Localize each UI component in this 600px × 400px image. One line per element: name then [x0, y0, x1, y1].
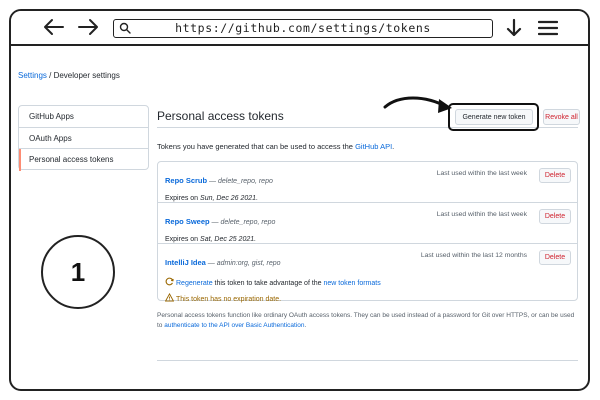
sidebar-item-github-apps[interactable]: GitHub Apps [19, 106, 148, 128]
token-row: IntelliJ Idea — admin:org, gist, repo Re… [158, 244, 577, 303]
basic-auth-link[interactable]: authenticate to the API over Basic Authe… [164, 322, 304, 329]
delete-token-button[interactable]: Delete [539, 250, 571, 265]
token-scopes: — admin:org, gist, repo [205, 260, 281, 267]
expiry-prefix: Expires on [165, 195, 201, 202]
token-expiry: Expires on Sat, Dec 25 2021. [165, 236, 569, 243]
token-row: Repo Scrub — delete_repo, repo Expires o… [158, 162, 577, 203]
delete-token-button[interactable]: Delete [539, 209, 571, 224]
revoke-all-button[interactable]: Revoke all [543, 109, 580, 125]
token-name-link[interactable]: Repo Scrub [165, 176, 207, 185]
github-api-link[interactable]: GitHub API [355, 142, 392, 151]
warning-text: This token has no expiration date. [176, 296, 282, 303]
step-number-badge: 1 [41, 235, 115, 309]
sync-icon [165, 277, 174, 286]
token-list: Repo Scrub — delete_repo, repo Expires o… [157, 161, 578, 303]
expiry-date: Sun, Dec 26 2021. [200, 195, 259, 202]
breadcrumb-current: Developer settings [53, 71, 120, 80]
delete-token-button[interactable]: Delete [539, 168, 571, 183]
token-name-link[interactable]: IntelliJ Idea [165, 258, 206, 267]
browser-toolbar: https://github.com/settings/tokens [11, 11, 588, 46]
token-scopes: — delete_repo, repo [209, 219, 276, 226]
sidebar-item-oauth-apps[interactable]: OAuth Apps [19, 128, 148, 149]
regenerate-notice: Regenerate this token to take advantage … [165, 277, 569, 287]
token-last-used: Last used within the last week [436, 170, 527, 177]
token-row: Repo Sweep — delete_repo, repo Expires o… [158, 203, 577, 244]
browser-window: https://github.com/settings/tokens Setti… [9, 9, 590, 391]
tokens-footer-note: Personal access tokens function like ord… [157, 311, 578, 331]
hamburger-menu-icon[interactable] [538, 20, 558, 36]
expiry-prefix: Expires on [165, 236, 201, 243]
breadcrumb: Settings / Developer settings [18, 71, 120, 80]
footer-end: . [304, 322, 307, 329]
token-scopes: — delete_repo, repo [207, 178, 273, 185]
download-icon[interactable] [506, 18, 522, 38]
token-last-used: Last used within the last week [436, 211, 527, 218]
no-expiration-warning: This token has no expiration date. [165, 293, 569, 303]
expiry-date: Sat, Dec 25 2021. [200, 236, 257, 243]
page-title: Personal access tokens [157, 109, 284, 123]
url-text: https://github.com/settings/tokens [175, 21, 431, 35]
address-bar[interactable]: https://github.com/settings/tokens [113, 19, 493, 38]
intro-end: . [392, 142, 395, 151]
breadcrumb-separator: / [46, 71, 54, 80]
developer-settings-sidebar: GitHub Apps OAuth Apps Personal access t… [18, 105, 149, 171]
token-expiry: Expires on Sun, Dec 26 2021. [165, 195, 569, 202]
intro-text: Tokens you have generated that can be us… [157, 142, 356, 151]
generate-new-token-button[interactable]: Generate new token [455, 109, 533, 125]
tokens-intro: Tokens you have generated that can be us… [157, 142, 578, 151]
alert-icon [165, 293, 174, 302]
forward-arrow-icon[interactable] [77, 17, 99, 37]
token-last-used: Last used within the last 12 months [420, 252, 527, 259]
breadcrumb-settings-link[interactable]: Settings [18, 71, 47, 80]
back-arrow-icon[interactable] [43, 17, 65, 37]
content-divider [157, 360, 578, 361]
sidebar-item-personal-access-tokens[interactable]: Personal access tokens [19, 149, 148, 171]
new-token-formats-link[interactable]: new token formats [324, 280, 381, 287]
regenerate-link[interactable]: Regenerate [176, 280, 213, 287]
regenerate-text: this token to take advantage of the [212, 280, 324, 287]
tokens-header: Personal access tokens Generate new toke… [157, 96, 580, 131]
token-name-link[interactable]: Repo Sweep [165, 217, 210, 226]
tokens-panel: Personal access tokens Generate new toke… [157, 96, 580, 331]
